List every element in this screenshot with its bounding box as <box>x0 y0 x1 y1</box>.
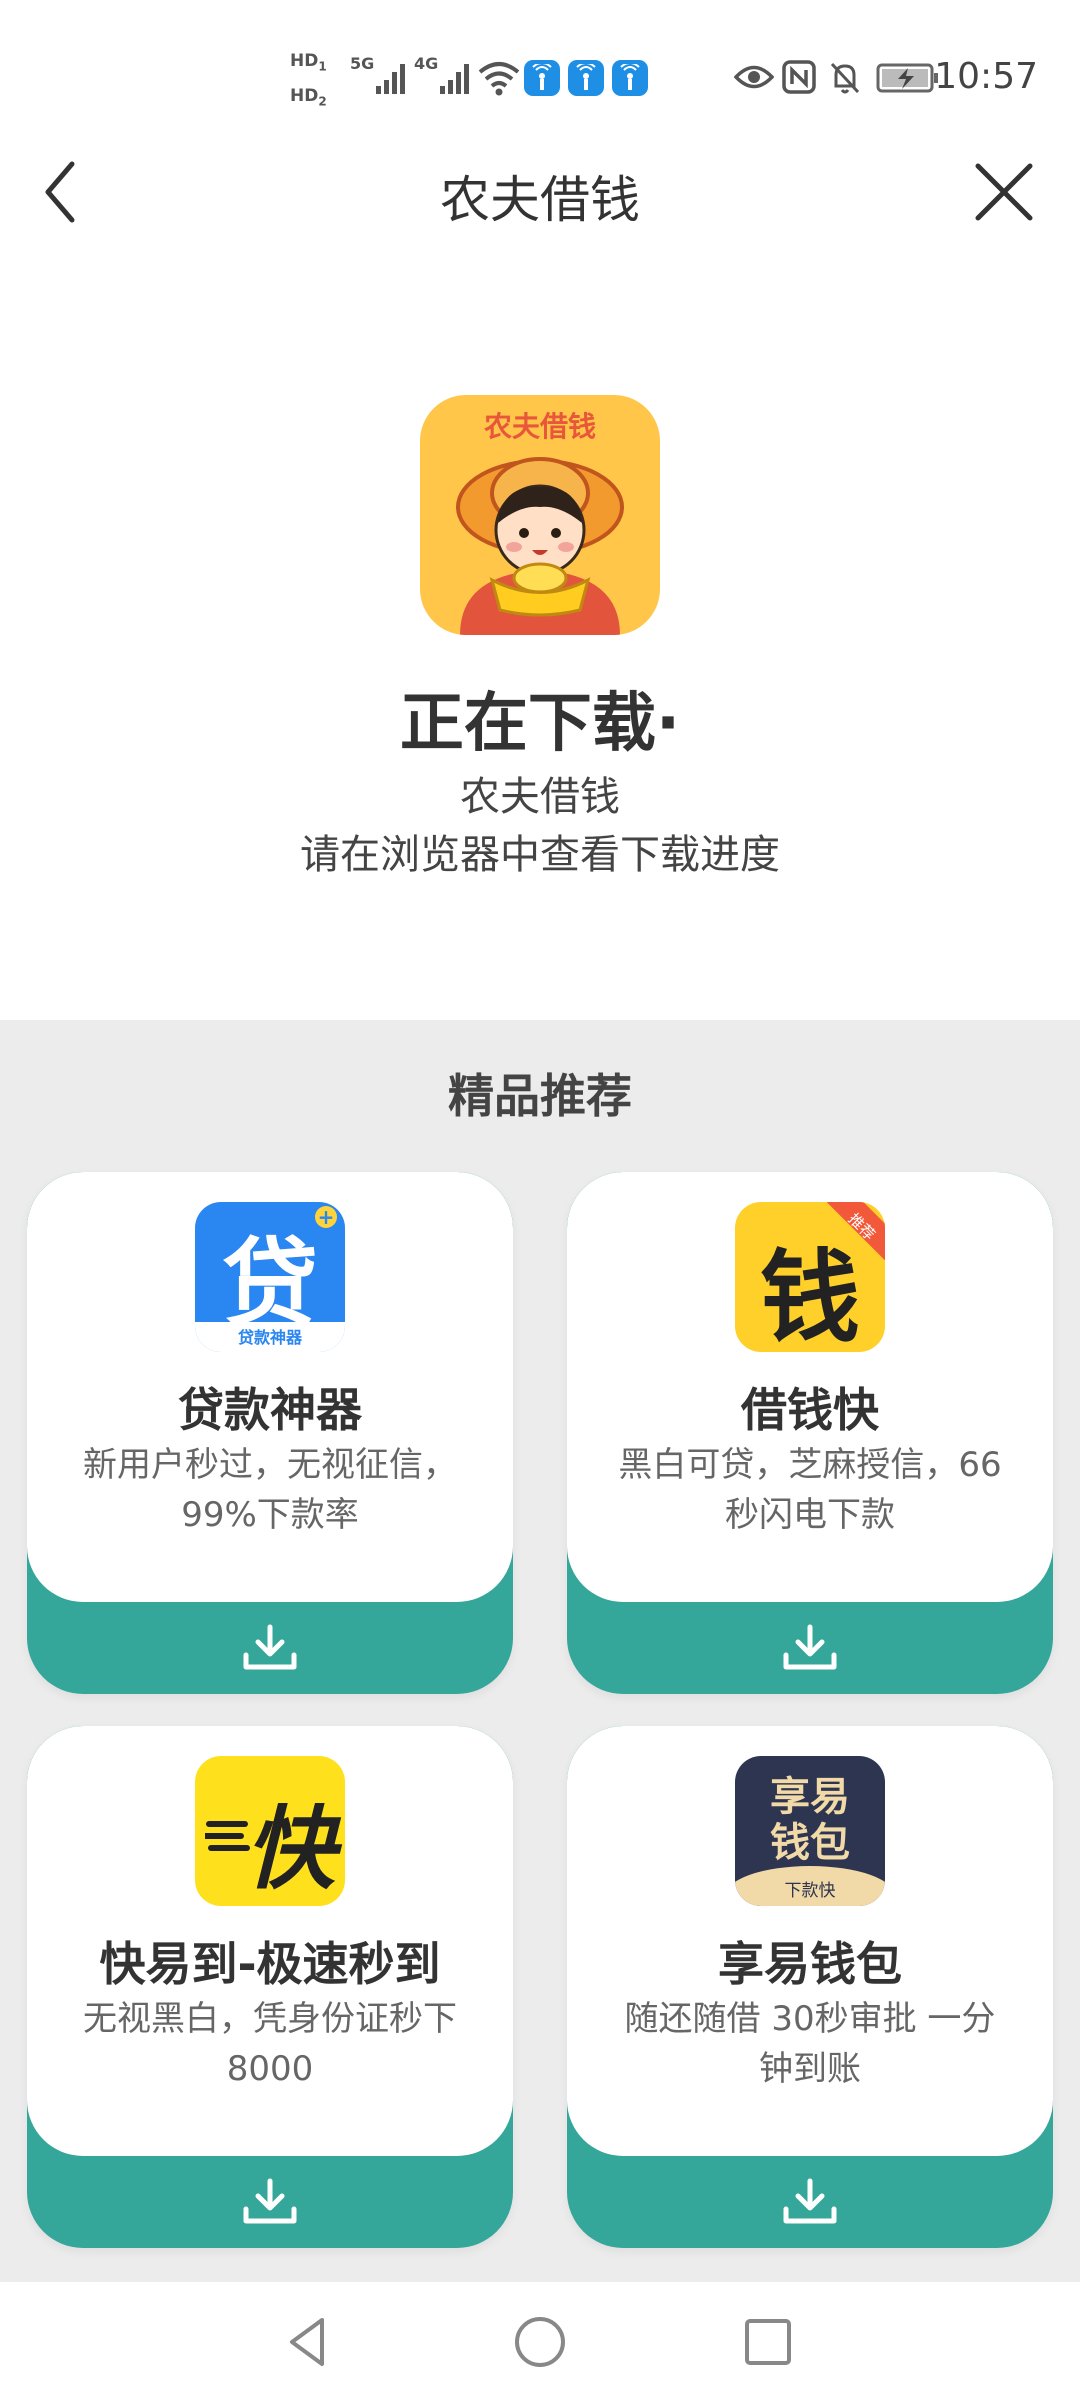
app-card-name: 借钱快 <box>741 1383 879 1437</box>
loan-app-icon: 贷 贷款神器 + <box>195 1202 345 1352</box>
section-title: 精品推荐 <box>448 1069 632 1123</box>
plus-icon: + <box>315 1206 337 1228</box>
download-button[interactable] <box>567 1602 1053 1694</box>
app-card[interactable]: 快 快易到-极速秒到 无视黑白，凭身份证秒下8000 <box>27 1726 513 2248</box>
hotspot-icon <box>524 60 560 96</box>
hotspot-icon <box>612 60 648 96</box>
mute-icon <box>828 60 862 100</box>
app-icon: 农夫借钱 <box>420 395 660 635</box>
eye-icon <box>733 62 775 96</box>
app-card-desc: 无视黑白，凭身份证秒下8000 <box>83 1999 457 2089</box>
nav-home-button[interactable] <box>510 2312 570 2372</box>
app-card-name: 贷款神器 <box>178 1383 362 1437</box>
download-icon <box>783 2178 837 2224</box>
title-bar: 农夫借钱 <box>0 130 1080 250</box>
status-bar: HD1 HD2 5G 4G 10:57 <box>0 0 1080 120</box>
wallet-app-icon: 享易 钱包 下款快 <box>735 1756 885 1906</box>
fast-app-icon: 快 <box>195 1756 345 1906</box>
hotspot-icon <box>568 60 604 96</box>
square-recents-icon <box>745 2319 791 2365</box>
circle-home-icon <box>515 2317 565 2367</box>
app-name: 农夫借钱 <box>460 774 620 820</box>
battery-charging-icon <box>876 62 940 98</box>
app-card[interactable]: 享易 钱包 下款快 享易钱包 随还随借 30秒审批 一分钟到账 <box>567 1726 1053 2248</box>
money-app-icon: 钱 推荐 <box>735 1202 885 1352</box>
nav-recents-button[interactable] <box>738 2312 798 2372</box>
download-button[interactable] <box>27 2156 513 2248</box>
download-icon <box>243 1624 297 1670</box>
system-nav-bar <box>0 2282 1080 2400</box>
triangle-back-icon <box>290 2318 324 2366</box>
app-icon-caption: 下款快 <box>784 1881 836 1901</box>
wifi-icon <box>478 60 520 100</box>
download-button[interactable] <box>27 1602 513 1694</box>
app-card-name: 享易钱包 <box>718 1937 902 1991</box>
download-hint: 请在浏览器中查看下载进度 <box>300 832 780 878</box>
app-icon-glyph: 快 <box>245 1797 335 1902</box>
app-card-name: 快易到-极速秒到 <box>99 1937 441 1991</box>
close-button[interactable] <box>964 152 1044 232</box>
card-body: 钱 推荐 借钱快 黑白可贷，芝麻授信，66秒闪电下款 <box>567 1172 1053 1602</box>
app-icon-caption: 贷款神器 <box>237 1328 302 1347</box>
download-icon <box>243 2178 297 2224</box>
card-body: 享易 钱包 下款快 享易钱包 随还随借 30秒审批 一分钟到账 <box>567 1726 1053 2156</box>
hd-indicator: HD1 HD2 <box>290 51 327 109</box>
app-card-desc: 黑白可贷，芝麻授信，66秒闪电下款 <box>618 1445 1002 1535</box>
farmer-boy-icon <box>456 457 624 635</box>
nfc-icon <box>782 60 816 98</box>
recommend-section: 精品推荐 贷 贷款神器 + 贷款神器 新用户秒过，无视征信，99%下款率 钱 推… <box>0 1020 1080 2282</box>
app-card-desc: 新用户秒过，无视征信，99%下款率 <box>83 1445 457 1535</box>
app-card[interactable]: 钱 推荐 借钱快 黑白可贷，芝麻授信，66秒闪电下款 <box>567 1172 1053 1694</box>
download-button[interactable] <box>567 2156 1053 2248</box>
app-card-desc: 随还随借 30秒审批 一分钟到账 <box>624 1999 996 2089</box>
close-icon <box>975 163 1033 221</box>
app-icon-glyph-bottom: 钱包 <box>770 1820 850 1866</box>
card-body: 贷 贷款神器 + 贷款神器 新用户秒过，无视征信，99%下款率 <box>27 1172 513 1602</box>
app-card[interactable]: 贷 贷款神器 + 贷款神器 新用户秒过，无视征信，99%下款率 <box>27 1172 513 1694</box>
download-icon <box>783 1624 837 1670</box>
nav-back-button[interactable] <box>278 2312 338 2372</box>
download-status-heading: 正在下载· <box>399 687 681 761</box>
page-title: 农夫借钱 <box>440 171 640 229</box>
clock: 10:57 <box>934 56 1038 97</box>
card-body: 快 快易到-极速秒到 无视黑白，凭身份证秒下8000 <box>27 1726 513 2156</box>
